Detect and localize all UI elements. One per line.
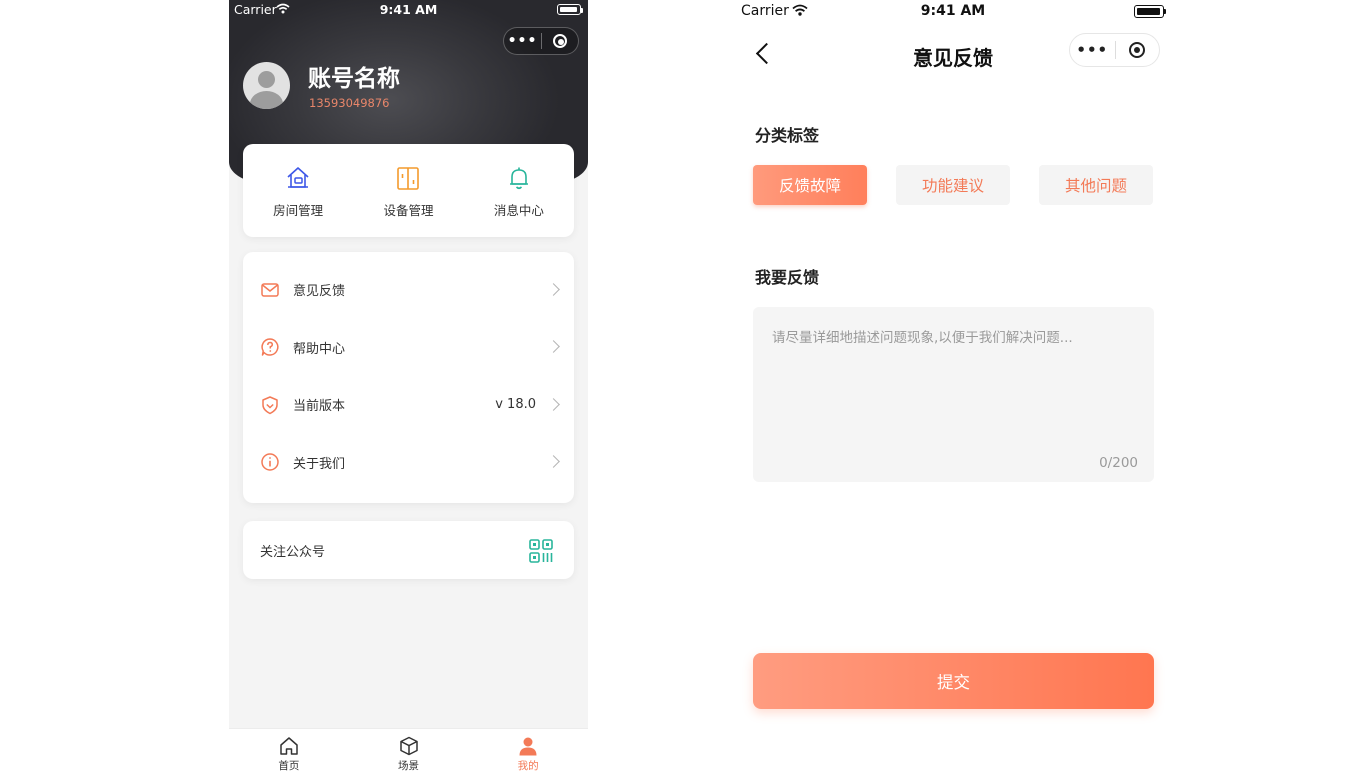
menu-item-label: 当前版本: [293, 399, 346, 415]
feedback-box: 0/200: [753, 307, 1154, 482]
quick-action-message-center[interactable]: 消息中心: [464, 144, 574, 237]
tag-feature-suggestion[interactable]: 功能建议: [896, 165, 1010, 205]
home-icon: [280, 737, 298, 755]
tab-home[interactable]: 首页: [229, 729, 349, 776]
follow-label: 关注公众号: [260, 544, 326, 560]
menu-item-feedback[interactable]: 意见反馈: [243, 261, 574, 319]
info-icon: [261, 453, 279, 471]
tag-report-fault[interactable]: 反馈故障: [753, 165, 867, 205]
tab-mine[interactable]: 我的: [468, 729, 588, 776]
status-bar: Carrier 9:41 AM: [733, 0, 1173, 22]
menu-item-help-center[interactable]: 帮助中心: [243, 319, 574, 377]
quick-action-room-management[interactable]: 房间管理: [243, 144, 353, 237]
quick-action-label: 消息中心: [493, 203, 544, 218]
battery-icon: [1134, 5, 1166, 18]
target-icon: [1129, 42, 1146, 58]
menu-item-label: 意见反馈: [293, 284, 346, 300]
chevron-right-icon: [547, 455, 560, 469]
chevron-right-icon: [547, 397, 560, 411]
bottom-tab-bar: 首页 场景 我的: [229, 728, 588, 776]
tab-label: 首页: [278, 760, 300, 772]
device-icon: [397, 167, 420, 190]
menu-item-label: 帮助中心: [293, 341, 346, 357]
user-icon: [519, 737, 537, 756]
more-button[interactable]: •••: [1070, 33, 1115, 67]
status-bar: Carrier 9:41 AM: [229, 0, 588, 20]
menu-item-about-us[interactable]: 关于我们: [243, 434, 574, 492]
mini-program-capsule: •••: [1069, 33, 1160, 67]
qr-code-icon[interactable]: [528, 538, 554, 564]
quick-action-device-management[interactable]: 设备管理: [353, 144, 463, 237]
chevron-right-icon: [547, 282, 560, 296]
bell-icon: [509, 167, 528, 190]
tab-label: 我的: [517, 760, 539, 772]
submit-button[interactable]: 提交: [753, 653, 1154, 709]
close-miniprogram-button[interactable]: [1115, 42, 1159, 58]
version-value: v 18.0: [495, 397, 536, 413]
menu-item-current-version[interactable]: 当前版本 v 18.0: [243, 376, 574, 434]
menu-item-label: 关于我们: [293, 456, 346, 472]
help-icon: [261, 338, 279, 356]
quick-action-label: 房间管理: [273, 203, 324, 218]
house-icon: [287, 167, 309, 188]
avatar-body-shape: [250, 91, 283, 109]
avatar[interactable]: [243, 62, 290, 109]
mini-program-capsule: •••: [503, 27, 579, 55]
status-time: 9:41 AM: [920, 3, 986, 19]
feedback-screen: Carrier 9:41 AM 意见反馈 ••• 分类标签 反馈故障 功能建议 …: [733, 0, 1173, 776]
chevron-right-icon: [547, 340, 560, 354]
shield-icon: [262, 396, 278, 414]
mail-icon: [261, 283, 279, 297]
quick-action-label: 设备管理: [383, 203, 434, 218]
tab-scenes[interactable]: 场景: [349, 729, 469, 776]
cube-icon: [399, 736, 418, 756]
category-label: 分类标签: [755, 126, 820, 145]
follow-official-account-card[interactable]: 关注公众号: [243, 521, 574, 579]
profile-screen: Carrier 9:41 AM ••• 账号名称 13593049876 房间管…: [229, 0, 588, 776]
quick-actions-card: 房间管理 设备管理 消息中心: [243, 144, 574, 237]
close-miniprogram-button[interactable]: [542, 34, 578, 48]
avatar-head-shape: [258, 71, 275, 88]
target-icon: [552, 34, 567, 48]
account-phone: 13593049876: [309, 96, 390, 110]
feedback-textarea[interactable]: [753, 307, 1154, 447]
char-counter: 0/200: [1099, 455, 1138, 471]
status-time: 9:41 AM: [379, 2, 438, 17]
stage: Carrier 9:41 AM ••• 账号名称 13593049876 房间管…: [0, 0, 1360, 776]
more-button[interactable]: •••: [504, 27, 541, 55]
menu-card: 意见反馈 帮助中心 当前版本 v 18.0 关于我们: [243, 252, 574, 503]
tab-label: 场景: [398, 760, 419, 772]
account-name: 账号名称: [308, 66, 400, 92]
tag-other-issues[interactable]: 其他问题: [1039, 165, 1153, 205]
battery-icon: [557, 4, 583, 15]
feedback-label: 我要反馈: [755, 268, 820, 287]
